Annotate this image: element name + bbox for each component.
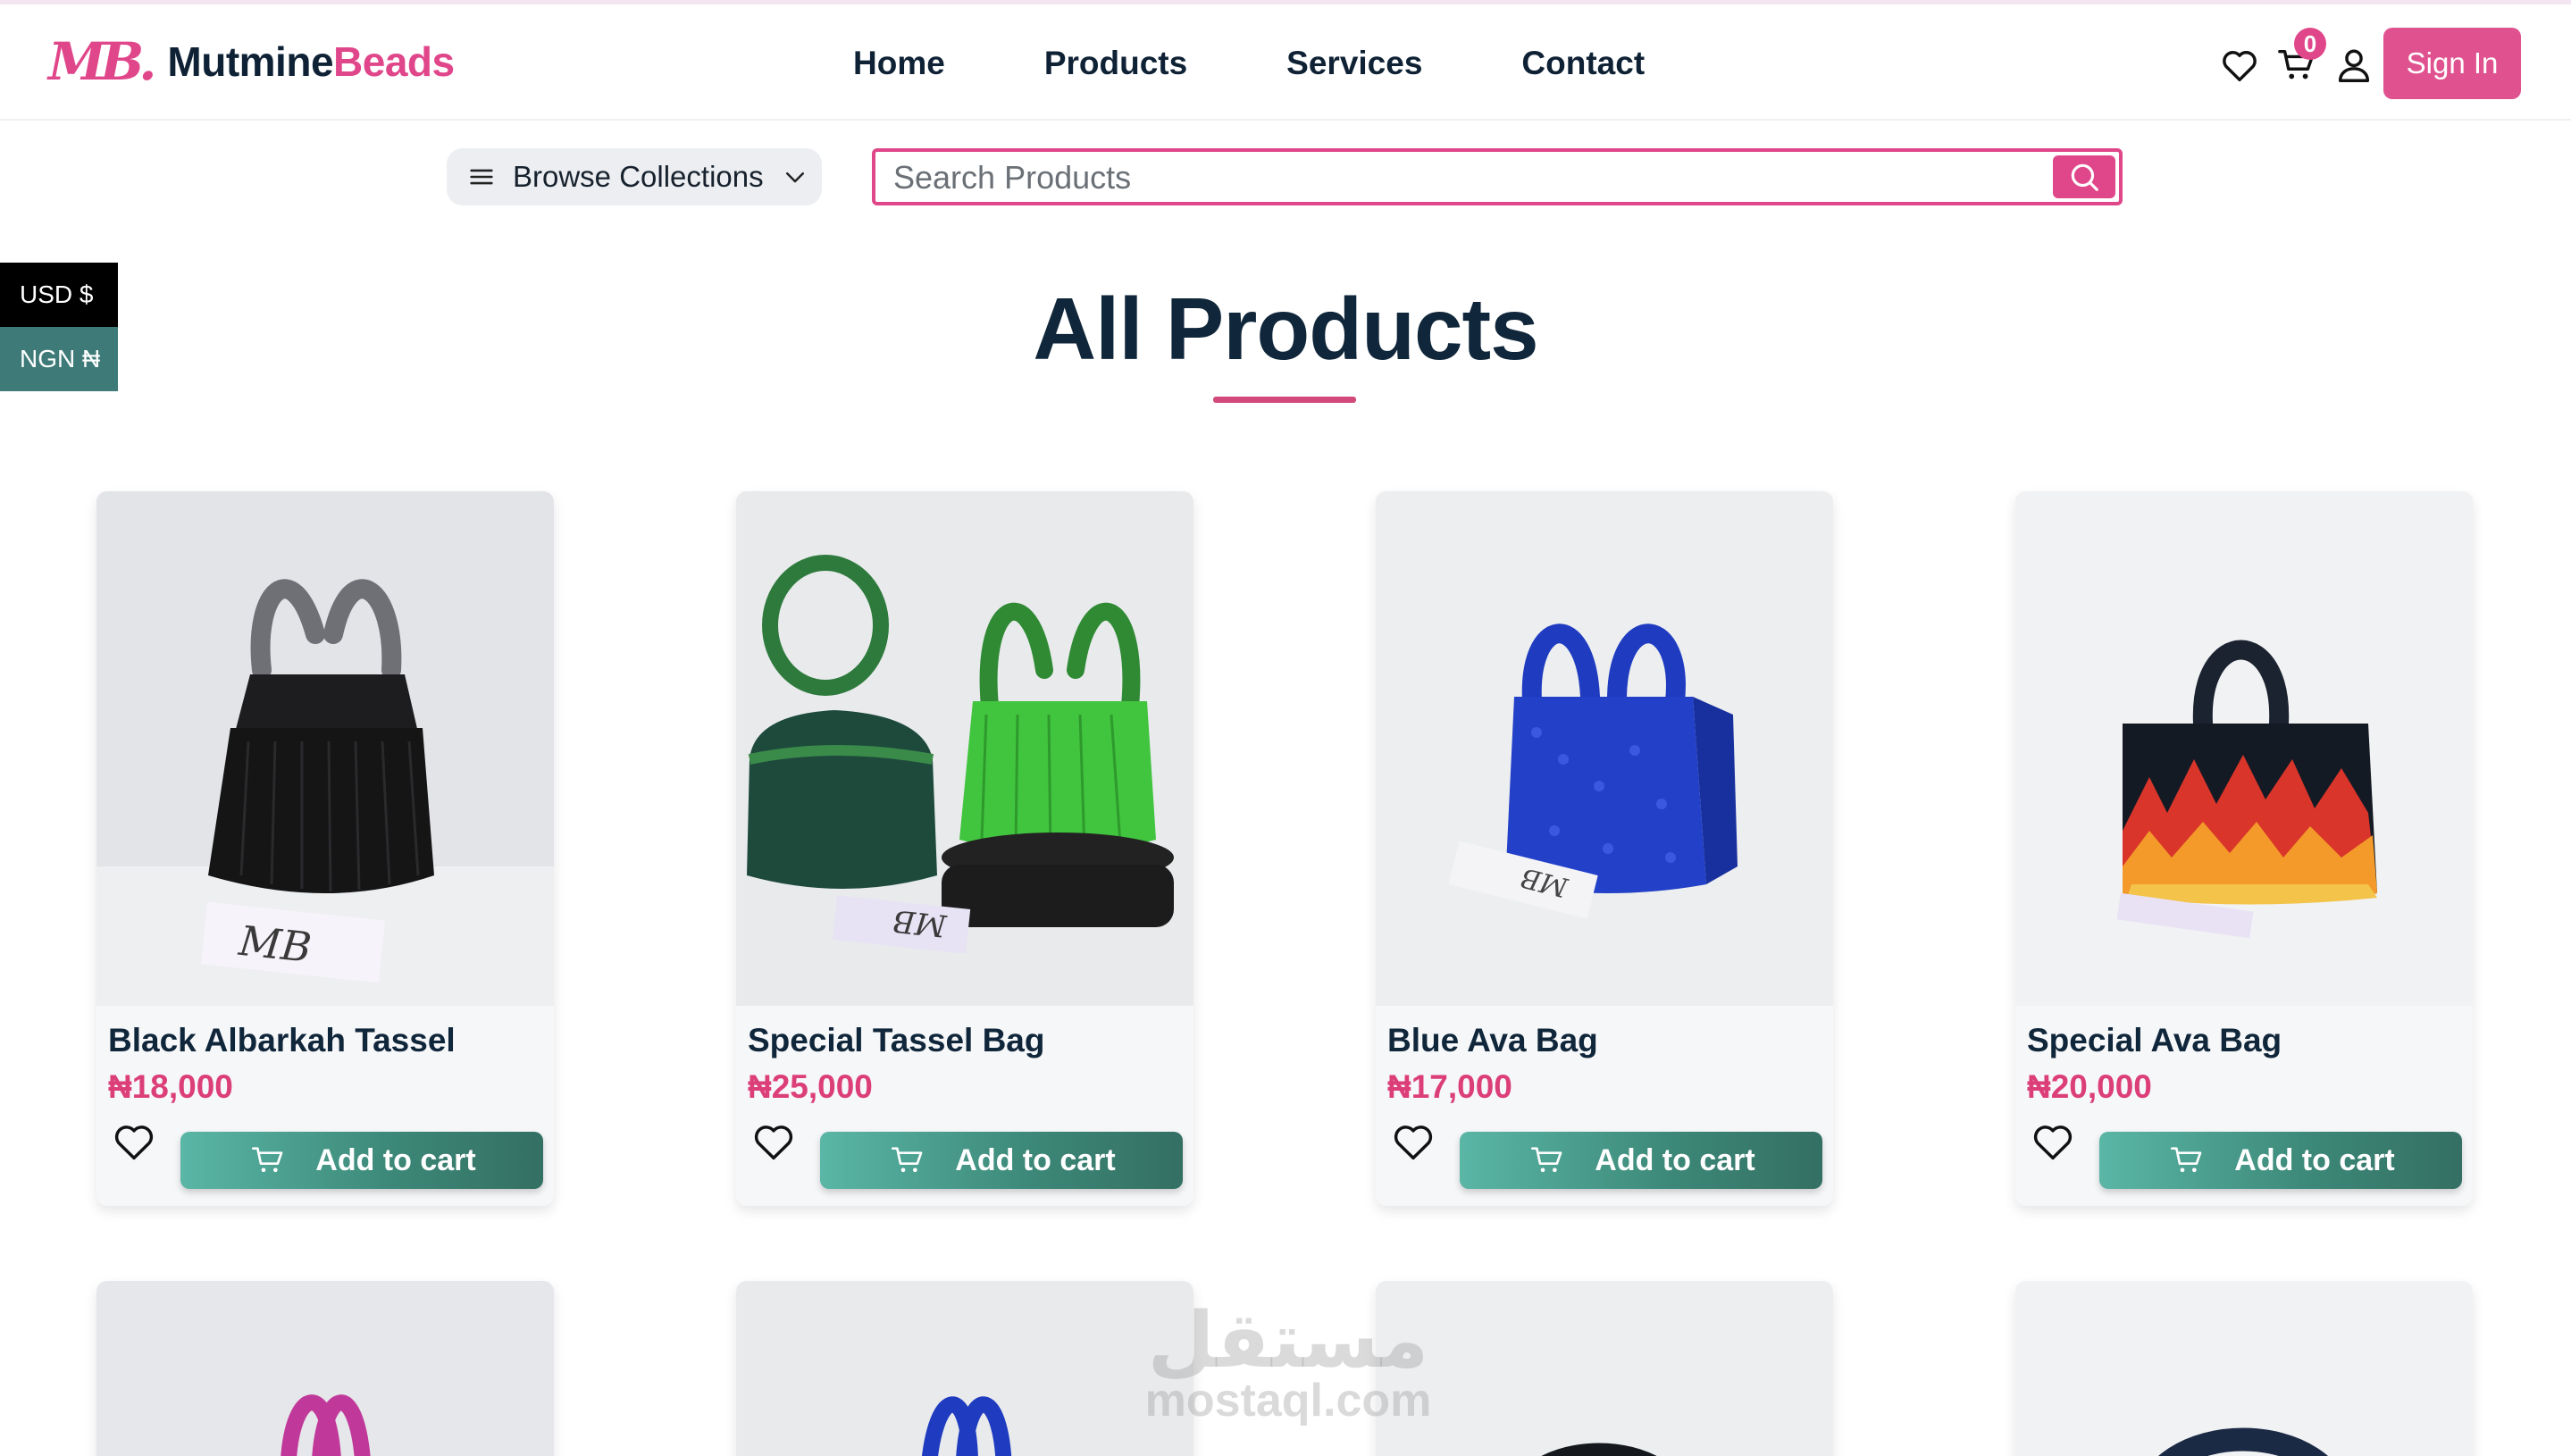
product-image[interactable]: MB xyxy=(96,491,554,1006)
cart-count-badge: 0 xyxy=(2294,28,2326,60)
product-price: ₦25,000 xyxy=(748,1068,873,1105)
cart-icon xyxy=(892,1147,923,1173)
product-photo-blue-beaded-bag: MB xyxy=(1376,491,1833,1006)
sign-in-button[interactable]: Sign In xyxy=(2383,28,2521,99)
product-image[interactable] xyxy=(2015,491,2473,1006)
product-photo-pink-beaded-bag xyxy=(96,1281,554,1456)
product-image[interactable]: MB xyxy=(1376,491,1833,1006)
product-photo-green-tassel-bags: MB xyxy=(736,491,1193,1006)
menu-icon xyxy=(470,169,493,185)
product-price: ₦20,000 xyxy=(2027,1068,2152,1105)
cart-icon xyxy=(2171,1147,2202,1173)
product-card: Special Ava Bag ₦20,000 Add to cart xyxy=(2015,491,2473,1206)
nav-services[interactable]: Services xyxy=(1286,45,1422,82)
product-card[interactable] xyxy=(96,1281,554,1456)
cart-icon xyxy=(1531,1147,1562,1173)
search-button[interactable] xyxy=(2053,155,2115,198)
product-name[interactable]: Special Ava Bag xyxy=(2027,1022,2282,1059)
logo-text-part1: Mutmine xyxy=(167,38,334,85)
logo-mark: MB. xyxy=(48,31,156,92)
product-photo-blue-beaded-bag-2 xyxy=(736,1281,1193,1456)
chevron-down-icon xyxy=(785,172,804,183)
browse-collections-dropdown[interactable]: Browse Collections xyxy=(447,148,822,205)
cart-icon xyxy=(252,1147,283,1173)
add-to-cart-label: Add to cart xyxy=(2234,1142,2395,1177)
product-card: MB Special Tassel Bag ₦25,000 Add to car… xyxy=(736,491,1193,1206)
product-card: MB Black Albarkah Tassel ₦18,000 Add to … xyxy=(96,491,554,1206)
add-to-cart-button[interactable]: Add to cart xyxy=(820,1132,1183,1189)
nav-products[interactable]: Products xyxy=(1044,45,1187,82)
product-photo-black-tassel-bag: MB xyxy=(96,491,554,1006)
product-price: ₦17,000 xyxy=(1387,1068,1512,1105)
product-name[interactable]: Blue Ava Bag xyxy=(1387,1022,1598,1059)
watermark: مستقل mostaql.com xyxy=(1127,1302,1449,1427)
product-name[interactable]: Black Albarkah Tassel xyxy=(108,1022,456,1059)
heart-icon[interactable] xyxy=(1388,1118,1438,1165)
add-to-cart-button[interactable]: Add to cart xyxy=(1460,1132,1822,1189)
brand-logo[interactable]: MB. MutmineBeads xyxy=(48,35,455,88)
svg-text:MB: MB xyxy=(892,902,950,943)
title-underline xyxy=(1213,397,1356,403)
user-icon[interactable] xyxy=(2333,45,2374,86)
product-card[interactable] xyxy=(736,1281,1193,1456)
add-to-cart-label: Add to cart xyxy=(315,1142,476,1177)
heart-icon[interactable] xyxy=(749,1118,799,1165)
product-card[interactable] xyxy=(2015,1281,2473,1456)
nav-home[interactable]: Home xyxy=(853,45,945,82)
add-to-cart-button[interactable]: Add to cart xyxy=(180,1132,543,1189)
heart-icon[interactable] xyxy=(109,1118,159,1165)
logo-text-part2: Beads xyxy=(333,38,455,85)
product-photo-flame-beaded-bag xyxy=(2015,491,2473,1006)
svg-text:MB: MB xyxy=(236,916,314,972)
site-header: MB. MutmineBeads Home Products Services … xyxy=(0,4,2571,121)
add-to-cart-label: Add to cart xyxy=(955,1142,1116,1177)
watermark-latin: mostaql.com xyxy=(1144,1375,1432,1427)
heart-icon[interactable] xyxy=(2028,1118,2078,1165)
product-name[interactable]: Special Tassel Bag xyxy=(748,1022,1044,1059)
heart-icon[interactable] xyxy=(2219,45,2260,86)
add-to-cart-label: Add to cart xyxy=(1595,1142,1755,1177)
search-bar xyxy=(872,148,2123,205)
watermark-arabic: مستقل xyxy=(1147,1298,1429,1384)
search-input[interactable] xyxy=(893,157,2010,198)
product-card: MB Blue Ava Bag ₦17,000 Add to cart xyxy=(1376,491,1833,1206)
add-to-cart-button[interactable]: Add to cart xyxy=(2099,1132,2462,1189)
product-price: ₦18,000 xyxy=(108,1068,233,1105)
product-image[interactable]: MB xyxy=(736,491,1193,1006)
search-icon xyxy=(2071,163,2098,191)
nav-contact[interactable]: Contact xyxy=(1521,45,1645,82)
logo-text: MutmineBeads xyxy=(167,38,455,86)
page-title: All Products xyxy=(1033,280,1538,378)
main-nav: Home Products Services Contact xyxy=(853,45,1645,82)
product-photo-navy-beaded-bag xyxy=(2015,1281,2473,1456)
browse-collections-label: Browse Collections xyxy=(513,160,764,193)
